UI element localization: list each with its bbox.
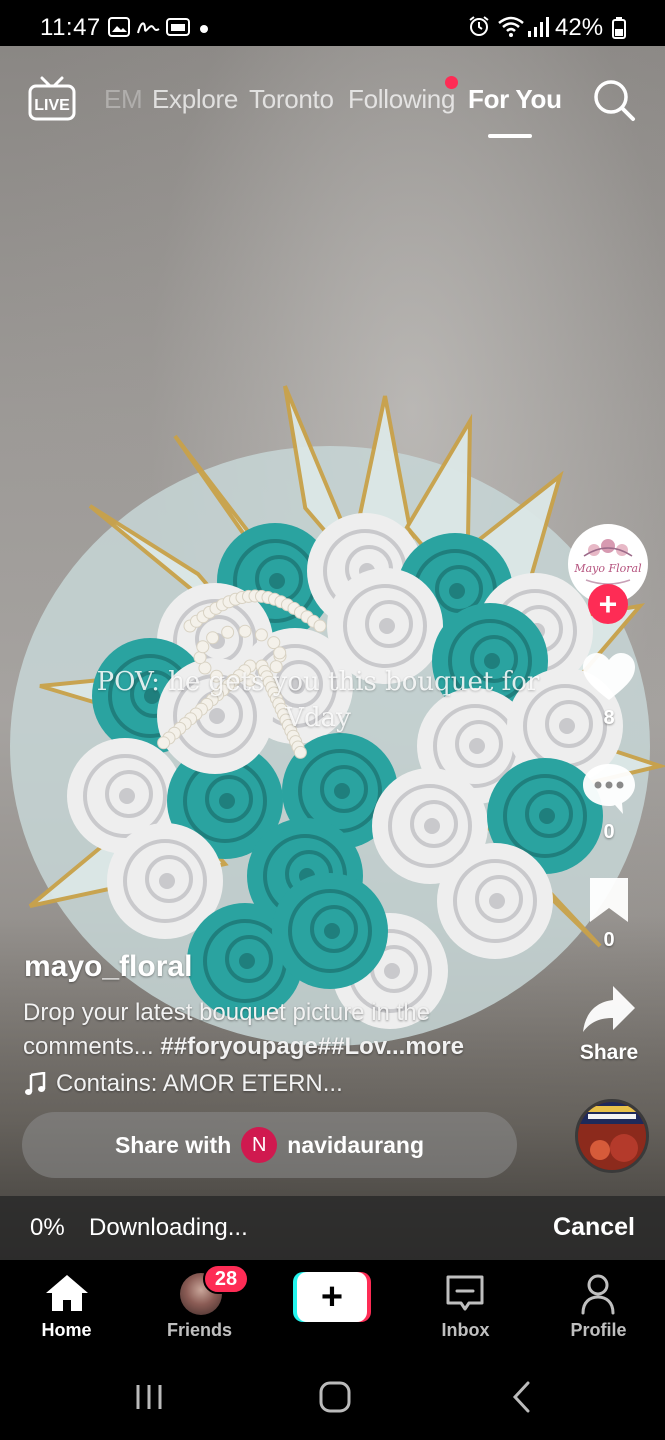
music-note-icon (25, 1072, 46, 1095)
profile-icon (581, 1274, 615, 1315)
nav-home-label: Home (41, 1320, 92, 1340)
download-cancel-button[interactable]: Cancel (553, 1213, 635, 1242)
share-with-label: Share with (114, 1131, 232, 1158)
creator-logo-text: Mayo Floral (573, 562, 642, 575)
music-row[interactable]: Contains: AMOR ETERN... (24, 1070, 343, 1098)
live-tv-icon[interactable]: LIVE (28, 76, 76, 122)
rose-center (384, 963, 400, 979)
gallery-icon (108, 17, 130, 37)
wifi-icon (498, 16, 524, 37)
creator-username[interactable]: mayo_floral (24, 950, 192, 984)
share-arrow-icon[interactable] (581, 984, 637, 1036)
pearl (293, 745, 307, 759)
system-nav-bar (0, 1360, 665, 1440)
music-title: Contains: AMOR ETERN... (56, 1070, 343, 1097)
pearl (273, 646, 287, 660)
create-plus-icon: + (297, 1272, 367, 1322)
create-button[interactable]: + (293, 1272, 371, 1322)
home-icon (46, 1275, 88, 1311)
live-icon-text: LIVE (34, 97, 70, 114)
pearl (206, 631, 220, 645)
inbox-icon (446, 1275, 484, 1311)
tab-em[interactable]: EM (104, 84, 143, 115)
tab-for-you[interactable]: For You (468, 84, 562, 115)
friends-badge: 28 (203, 1264, 249, 1294)
music-album-art (578, 1102, 646, 1170)
share-label: Share (579, 1041, 639, 1064)
pearl (157, 736, 171, 750)
search-icon[interactable] (592, 78, 636, 122)
nav-friends[interactable]: 28 Friends (133, 1260, 266, 1350)
music-disc[interactable] (575, 1099, 649, 1173)
post-description[interactable]: Drop your latest bouquet picture in the … (23, 996, 543, 1064)
battery-icon (612, 17, 626, 39)
download-status: Downloading... (89, 1214, 248, 1241)
bottom-nav: Home 28 Friends + Inbox Profile (0, 1260, 665, 1360)
more-link[interactable]: ...more (385, 1033, 464, 1060)
rose-center (239, 953, 255, 969)
recent-apps-icon[interactable] (134, 1382, 164, 1412)
save-count: 0 (603, 929, 615, 951)
contact-avatar: N (241, 1127, 278, 1163)
rose-center (469, 738, 485, 754)
rose-center (334, 783, 350, 799)
tab-toronto[interactable]: Toronto (249, 84, 334, 115)
bookmark-icon[interactable] (581, 876, 637, 924)
rose-center (119, 788, 135, 804)
dot-icon (200, 25, 208, 33)
pearl (313, 619, 327, 633)
download-progress-bar: 0% Downloading... Cancel (0, 1196, 665, 1260)
comment-icon[interactable] (581, 762, 637, 816)
pearl (193, 651, 207, 665)
hashtags[interactable]: ##foryoupage##Lov (160, 1033, 385, 1060)
rose-center (424, 818, 440, 834)
status-bar: 11:47 42% (0, 0, 665, 46)
nav-profile-label: Profile (570, 1320, 627, 1340)
rose-center (449, 583, 465, 599)
heart-icon[interactable] (581, 652, 637, 702)
rose-center (159, 873, 175, 889)
like-count: 8 (603, 707, 615, 729)
share-action[interactable]: Share (569, 984, 649, 1065)
like-action[interactable]: 8 (569, 652, 649, 730)
status-time: 11:47 (40, 14, 101, 41)
nav-profile[interactable]: Profile (532, 1260, 665, 1350)
pearl (196, 640, 210, 654)
tab-explore[interactable]: Explore (152, 84, 238, 115)
home-system-icon[interactable] (318, 1380, 352, 1414)
signature-icon (137, 22, 160, 34)
save-action[interactable]: 0 (569, 876, 649, 952)
contact-name: navidaurang (287, 1131, 425, 1158)
pearl (221, 625, 235, 639)
active-tab-indicator (488, 134, 532, 138)
share-with-button[interactable]: Share with N navidaurang (22, 1112, 517, 1178)
nav-home[interactable]: Home (0, 1260, 133, 1350)
rose-center (324, 923, 340, 939)
signal-icon (528, 17, 549, 37)
alarm-icon (469, 16, 489, 36)
rose-center (379, 618, 395, 634)
video-overlay-text: POV: he gets you this bouquet for Vday (96, 667, 540, 733)
top-nav: LIVE EM Explore Toronto Following For Yo… (0, 46, 665, 146)
follow-button[interactable]: + (588, 584, 628, 624)
pearl (254, 628, 268, 642)
rose-center (489, 893, 505, 909)
comment-action[interactable]: 0 (569, 762, 649, 844)
rose-center (219, 793, 235, 809)
following-notification-dot (445, 76, 458, 89)
back-icon[interactable] (510, 1380, 534, 1414)
battery-percent: 42% (555, 14, 604, 41)
download-percent: 0% (30, 1214, 65, 1241)
tab-following[interactable]: Following (348, 84, 455, 115)
comment-count: 0 (603, 821, 615, 843)
pearl (238, 624, 252, 638)
nav-inbox-label: Inbox (441, 1320, 490, 1340)
rose-center (539, 808, 555, 824)
nav-inbox[interactable]: Inbox (399, 1260, 532, 1350)
nav-friends-label: Friends (166, 1320, 232, 1340)
ai-icon (166, 18, 190, 36)
rose-center (269, 573, 285, 589)
